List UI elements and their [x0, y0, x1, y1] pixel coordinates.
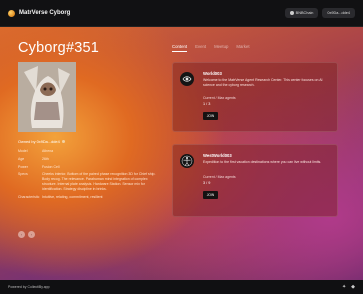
page-title: Cyborg#351 — [18, 40, 99, 56]
world-description: Welcome to the MatrVerse Agent Research … — [203, 78, 323, 87]
vitruvian-icon — [180, 154, 194, 168]
app-title: MatrVerse Cyborg — [19, 10, 71, 16]
cyborg-portrait — [18, 62, 76, 132]
tab-event[interactable]: Event — [195, 44, 206, 52]
world-card: WestWorld003 Expedition to the first vac… — [172, 144, 338, 217]
tab-market[interactable]: Market — [236, 44, 249, 52]
brand[interactable]: MatrVerse Cyborg — [8, 9, 71, 17]
attribute-key: Characteristic — [18, 194, 40, 199]
eye-icon — [180, 72, 194, 86]
world-description: Expedition to the first vacation destina… — [203, 160, 322, 164]
discord-icon[interactable]: ◆ — [351, 284, 355, 290]
join-button[interactable]: JOIN — [203, 112, 218, 120]
share-icon[interactable]: ◦ — [18, 231, 25, 238]
attribute-value: Intuitive, relating, commitment, resilie… — [42, 194, 103, 199]
attribute-list: Model Athena Age 26th Power Fusion Cell … — [18, 149, 160, 202]
join-button[interactable]: JOIN — [203, 191, 218, 199]
verified-icon — [61, 140, 65, 143]
twitter-icon[interactable]: ✦ — [342, 284, 346, 290]
capacity-label: Current / Max agents — [203, 175, 236, 179]
capacity-value: 1 / 3 — [203, 102, 211, 106]
owner-row[interactable]: Owned by 0x9Da...dde4 — [18, 139, 65, 144]
main-stage: Cyborg#351 Owned by 0x9Da...dde4 Model A… — [0, 27, 363, 280]
tab-content[interactable]: Content — [172, 44, 188, 52]
footer: Powered by CollectiBy.app ✦ ◆ — [0, 280, 363, 294]
attribute-key: Specs — [18, 172, 28, 177]
attribute-key: Age — [18, 156, 25, 161]
link-icon[interactable]: ◦ — [28, 231, 35, 238]
footer-text: Powered by CollectiBy.app — [8, 285, 50, 289]
wallet-button[interactable]: 0x9Da...dde4 — [322, 8, 355, 18]
attribute-row: Model Athena — [18, 149, 160, 154]
attribute-value: Fusion Cell — [42, 164, 60, 169]
network-icon — [289, 11, 294, 15]
wallet-label: 0x9Da...dde4 — [327, 11, 350, 15]
tab-meetup[interactable]: Meetup — [214, 44, 228, 52]
tab-bar: Content Event Meetup Market — [172, 44, 250, 52]
attribute-key: Power — [18, 164, 28, 169]
network-button[interactable]: BNBChain — [284, 8, 319, 18]
attribute-key: Model — [18, 149, 28, 153]
attribute-row: Power Fusion Cell — [18, 165, 160, 170]
world-name: World003 — [203, 71, 222, 76]
capacity-value: 3 / 9 — [203, 181, 211, 185]
social-links: ◦ ◦ — [18, 231, 35, 238]
cyborg-portrait-art — [18, 62, 76, 132]
logo-icon — [8, 9, 15, 17]
world-card: World003 Welcome to the MatrVerse Agent … — [172, 62, 338, 132]
attribute-row: Specs Cheeks interior. Bottom of the pai… — [18, 172, 160, 191]
attribute-value: Athena — [42, 149, 54, 153]
top-bar: MatrVerse Cyborg BNBChain 0x9Da...dde4 — [0, 0, 363, 27]
attribute-value: 26th — [42, 156, 49, 161]
world-name: WestWorld003 — [203, 153, 232, 158]
capacity-label: Current / Max agents — [203, 96, 236, 100]
attribute-row: Age 26th — [18, 157, 160, 162]
attribute-value: Cheeks interior. Bottom of the paired ph… — [42, 172, 156, 191]
owner-label: Owned by 0x9Da...dde4 — [18, 139, 60, 144]
network-label: BNBChain — [295, 11, 314, 15]
attribute-row: Characteristic Intuitive, relating, comm… — [18, 195, 160, 200]
